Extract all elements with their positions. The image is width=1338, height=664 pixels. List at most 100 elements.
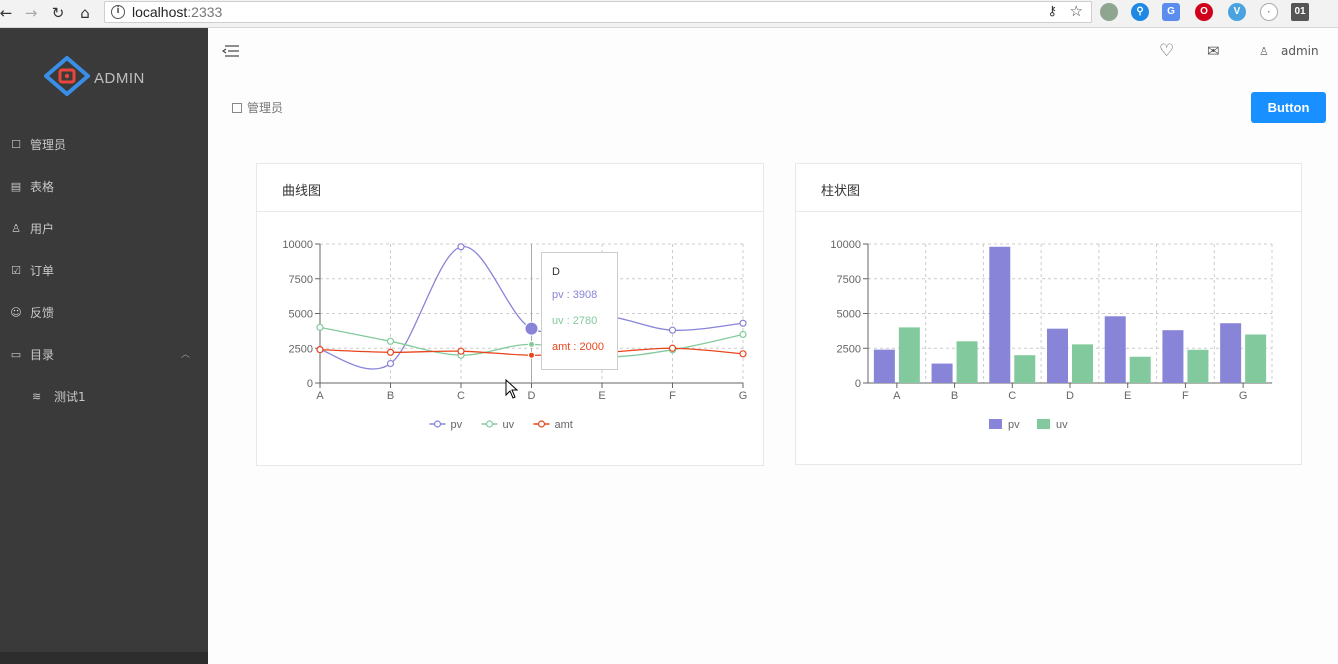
translate-icon[interactable]: G [1162,3,1180,21]
x-tick-label: A [893,390,901,402]
extension-ring-icon[interactable]: · [1260,3,1278,21]
data-point-amt [316,346,324,354]
bar-chart[interactable]: 0 2500 5000 7500 10000 A B C D E F Gpv uv [796,164,1303,466]
data-point-amt [739,350,747,358]
legend-label-pv: pv [1008,419,1020,431]
legend-label-uv: uv [503,419,515,431]
bar-pv [1047,328,1068,383]
info-icon[interactable]: i [111,5,125,19]
book-icon [232,103,242,113]
bar-pv [931,363,953,383]
bar-uv [898,327,920,383]
extension-01-icon[interactable]: 01 [1291,3,1309,21]
extension-v-icon[interactable]: V [1228,3,1246,21]
mail-icon[interactable]: ✉ [1207,42,1220,60]
sidebar-item-table[interactable]: ▤ 表格 [0,169,208,205]
heart-icon[interactable]: ♡ [1159,41,1174,61]
sidebar-item-user[interactable]: ♙ 用户 [0,211,208,247]
x-tick-label: C [457,390,465,402]
line-chart-card: 曲线图 0 2500 5000 7500 10000 A B C D E F Gpv uv amt [256,163,764,466]
menu-fold-icon[interactable] [222,43,240,59]
user-icon[interactable]: ♙ [1259,45,1269,58]
legend-label-uv: uv [1056,419,1068,431]
data-point-pv [457,243,465,251]
legend-marker-pv [433,420,442,428]
x-tick-label: B [951,390,958,402]
logo-icon [44,56,90,96]
tooltip-row-uv: uv : 2780 [552,315,598,327]
x-tick-label: F [669,390,676,402]
y-tick-label: 2500 [837,343,861,355]
sidebar: ADMIN ☐ 管理员 ▤ 表格 ♙ 用户 ☑ 订单 ☺ 反馈 ▭ 目录 ︿ ≋… [0,28,208,664]
bookmark-star-icon[interactable]: ☆ [1070,2,1083,20]
x-tick-label: E [598,390,605,402]
folder-icon: ▭ [10,348,22,361]
address-bar[interactable]: i localhost:2333 ⚷ ☆ [104,1,1092,23]
x-tick-label: B [387,390,394,402]
key-icon[interactable]: ⚷ [1047,4,1057,19]
sidebar-item-feedback[interactable]: ☺ 反馈 [0,295,208,331]
y-tick-label: 0 [307,378,313,390]
legend-marker-uv [485,420,494,428]
active-dot-pv [524,321,539,336]
sidebar-footer [0,652,208,664]
book-icon: ☐ [11,138,21,151]
table-icon: ▤ [10,180,22,193]
sidebar-item-label: 订单 [30,264,55,278]
data-point-pv [668,326,677,334]
sidebar-item-label: 管理员 [30,138,67,152]
sidebar-item-label: 反馈 [30,306,55,320]
y-tick-label: 0 [855,378,861,390]
line-chart[interactable]: 0 2500 5000 7500 10000 A B C D E F Gpv uv amt [257,164,765,467]
wifi-icon: ≋ [32,390,42,403]
primary-button[interactable]: Button [1251,92,1326,123]
bar-pv [989,246,1011,383]
logo-text: ADMIN [94,70,145,87]
x-tick-label: D [528,390,536,402]
sidebar-subitem-test1[interactable]: ≋ 测试1 [0,379,208,415]
legend-label-amt: amt [555,419,573,431]
y-tick-label: 10000 [830,239,861,251]
y-tick-label: 2500 [289,343,313,355]
bar-pv [1220,323,1242,383]
sidebar-item-order[interactable]: ☑ 订单 [0,253,208,289]
bar-uv [1245,334,1267,383]
breadcrumb-item[interactable]: 管理员 [247,101,283,115]
legend-marker-amt [537,420,546,428]
bar-pv [873,349,895,383]
data-point-amt [386,348,395,356]
home-icon[interactable]: ⌂ [75,3,95,23]
url-text[interactable]: localhost:2333 [132,3,222,21]
bar-uv [1129,356,1151,383]
data-point-amt [457,347,465,355]
bar-uv [1014,355,1036,383]
opera-icon[interactable]: O [1195,3,1213,21]
x-tick-label: C [1008,390,1016,402]
active-dot-uv [528,340,535,348]
mouse-cursor-icon [505,379,519,399]
extension-icon[interactable] [1100,3,1118,21]
bar-pv [1104,316,1126,383]
sidebar-item-label: 目录 [30,348,55,362]
chevron-up-icon[interactable]: ︿ [181,337,190,373]
sidebar-item-admin[interactable]: ☐ 管理员 [0,127,208,163]
data-point-uv [316,323,324,331]
bar-pv [1162,330,1184,383]
user-icon: ♙ [11,222,21,235]
user-name[interactable]: admin [1281,44,1319,58]
data-point-amt [668,344,677,352]
y-tick-label: 5000 [289,309,313,321]
x-tick-label: F [1182,390,1189,402]
x-tick-label: A [316,390,324,402]
reload-icon[interactable]: ↻ [48,3,68,23]
arrow-left-icon[interactable]: ← [0,3,16,23]
data-point-uv [739,330,747,339]
tooltip-row-pv: pv : 3908 [552,289,598,301]
sidebar-item-directory[interactable]: ▭ 目录 ︿ [0,337,208,373]
legend-swatch-uv [1037,419,1050,429]
sidebar-item-label: 测试1 [54,390,86,404]
arrow-right-icon[interactable]: → [21,3,41,23]
sidebar-item-label: 表格 [30,180,55,194]
tooltip-label: D [552,266,560,278]
extension-key-icon[interactable]: ⚲ [1131,3,1149,21]
